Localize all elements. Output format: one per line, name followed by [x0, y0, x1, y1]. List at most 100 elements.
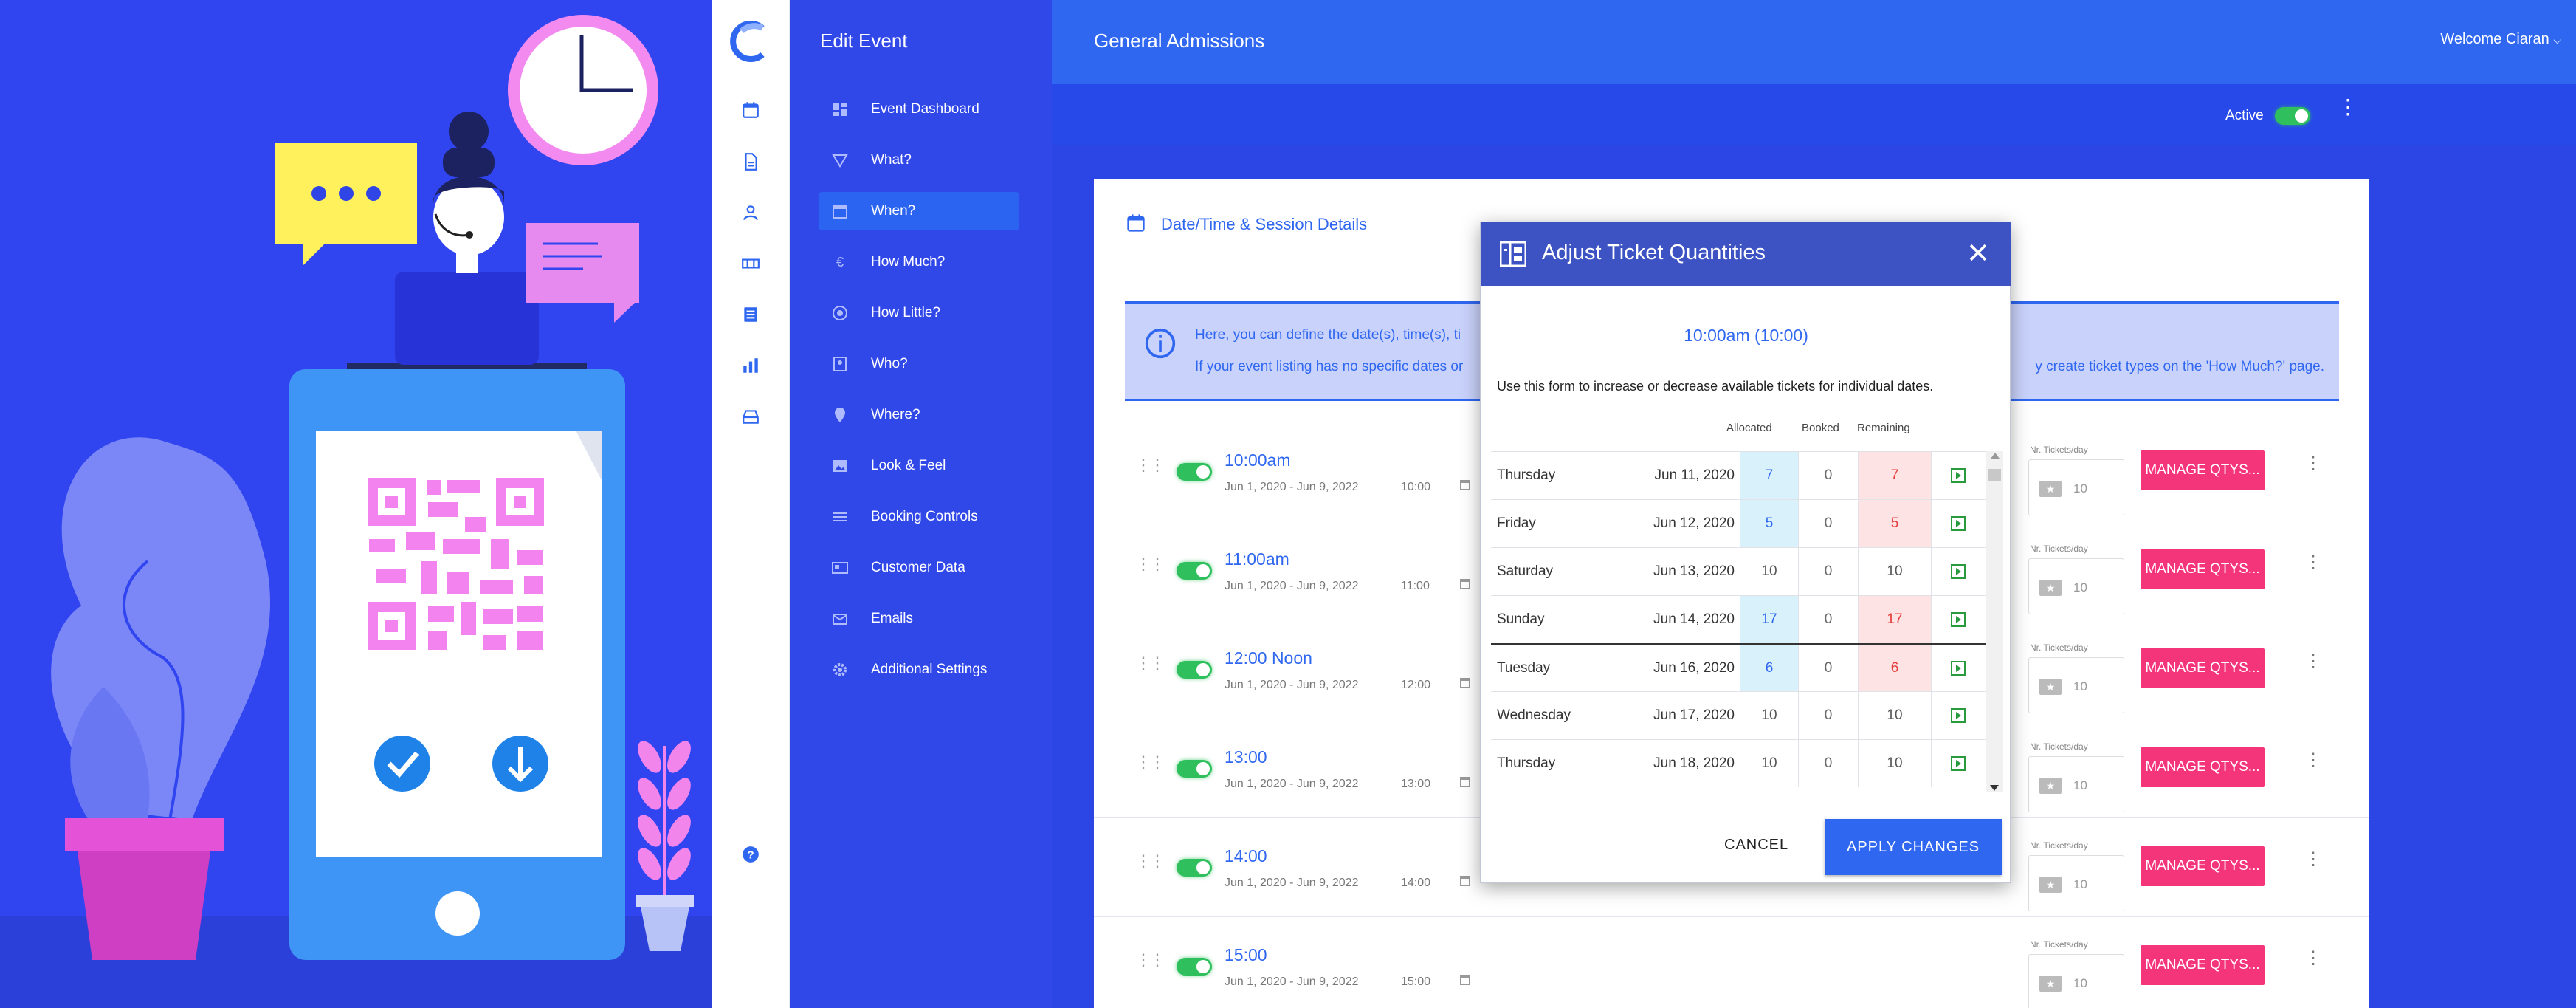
- allocated-input[interactable]: 7: [1740, 452, 1799, 499]
- close-icon[interactable]: [1966, 240, 1991, 269]
- scroll-thumb[interactable]: [1988, 469, 2001, 481]
- session-toggle[interactable]: [1177, 661, 1212, 679]
- row-day: Thursday: [1497, 755, 1556, 771]
- tickets-per-day-field[interactable]: ★ 10: [2028, 954, 2124, 1008]
- icon-rail: ?: [712, 0, 790, 1008]
- svg-text:?: ?: [747, 848, 754, 861]
- nav-item-label: Customer Data: [871, 560, 965, 575]
- apply-row-icon[interactable]: [1943, 548, 1973, 595]
- row-more-icon[interactable]: ⋮: [2304, 653, 2322, 671]
- drag-handle-icon[interactable]: ⋮⋮: [1135, 853, 1165, 869]
- row-more-icon[interactable]: ⋮: [2304, 851, 2322, 868]
- session-time: 10:00: [1401, 481, 1431, 493]
- nav-item-customer-data[interactable]: Customer Data: [819, 549, 1019, 587]
- drag-handle-icon[interactable]: ⋮⋮: [1135, 457, 1165, 473]
- manage-qtys-button[interactable]: MANAGE QTYS...: [2141, 648, 2265, 688]
- help-icon[interactable]: ?: [734, 838, 767, 871]
- drag-handle-icon[interactable]: ⋮⋮: [1135, 556, 1165, 572]
- row-day: Sunday: [1497, 611, 1545, 627]
- app-logo-icon[interactable]: [727, 18, 774, 65]
- tickets-per-day-field[interactable]: ★ 10: [2028, 657, 2124, 713]
- manage-qtys-button[interactable]: MANAGE QTYS...: [2141, 846, 2265, 886]
- session-name[interactable]: 13:00: [1225, 747, 1267, 767]
- session-name[interactable]: 15:00: [1225, 945, 1267, 965]
- session-name[interactable]: 12:00 Noon: [1225, 648, 1312, 668]
- allocated-input[interactable]: 17: [1740, 596, 1799, 643]
- info-text-line1: Here, you can define the date(s), time(s…: [1195, 327, 1461, 343]
- row-more-icon[interactable]: ⋮: [2304, 455, 2322, 473]
- apply-row-icon[interactable]: [1943, 692, 1973, 739]
- nav-item-when[interactable]: When?: [819, 192, 1019, 230]
- tickets-per-day-field[interactable]: ★ 10: [2028, 855, 2124, 911]
- nav-item-event-dashboard[interactable]: Event Dashboard: [819, 90, 1019, 128]
- top-bar: General Admissions Welcome Ciaran ⌵: [1052, 0, 2576, 84]
- ticket-icon[interactable]: [734, 247, 767, 280]
- nav-item-how-little[interactable]: How Little?: [819, 294, 1019, 332]
- row-more-icon[interactable]: ⋮: [2304, 554, 2322, 572]
- session-toggle[interactable]: [1177, 859, 1212, 877]
- user-menu[interactable]: Welcome Ciaran ⌵: [2440, 31, 2561, 48]
- drag-handle-icon[interactable]: ⋮⋮: [1135, 754, 1165, 770]
- time-calendar-icon: [1460, 975, 1470, 985]
- nav-item-booking-controls[interactable]: Booking Controls: [819, 498, 1019, 536]
- allocated-input[interactable]: 10: [1740, 692, 1799, 739]
- nav-item-who[interactable]: Who?: [819, 345, 1019, 383]
- apply-row-icon[interactable]: [1943, 596, 1973, 643]
- session-name[interactable]: 10:00am: [1225, 450, 1291, 470]
- table-scrollbar[interactable]: [1986, 451, 2003, 792]
- booked-value: 0: [1824, 611, 1833, 627]
- allocated-input[interactable]: 5: [1740, 500, 1799, 547]
- manage-qtys-button[interactable]: MANAGE QTYS...: [2141, 747, 2265, 787]
- inbox-icon[interactable]: [734, 400, 767, 433]
- row-more-icon[interactable]: ⋮: [2304, 752, 2322, 769]
- nav-item-label: Emails: [871, 611, 914, 626]
- bar-chart-icon[interactable]: [734, 349, 767, 382]
- session-toggle[interactable]: [1177, 760, 1212, 778]
- person-icon[interactable]: [734, 196, 767, 229]
- manage-qtys-button[interactable]: MANAGE QTYS...: [2141, 945, 2265, 985]
- apply-changes-button[interactable]: APPLY CHANGES: [1825, 819, 2002, 875]
- nav-item-how-much[interactable]: € How Much?: [819, 243, 1019, 281]
- nav-item-additional-settings[interactable]: Additional Settings: [819, 651, 1019, 689]
- apply-row-icon[interactable]: [1943, 645, 1973, 692]
- row-more-icon[interactable]: ⋮: [2304, 950, 2322, 967]
- manage-qtys-button[interactable]: MANAGE QTYS...: [2141, 450, 2265, 490]
- welcome-text: Welcome Ciaran: [2440, 31, 2549, 47]
- hero-illustration: [0, 0, 712, 1008]
- document-icon[interactable]: [734, 145, 767, 178]
- drag-handle-icon[interactable]: ⋮⋮: [1135, 655, 1165, 671]
- info-icon: [1144, 327, 1177, 363]
- manage-qtys-button[interactable]: MANAGE QTYS...: [2141, 549, 2265, 589]
- allocated-input[interactable]: 6: [1740, 645, 1799, 692]
- scroll-up-icon[interactable]: [1991, 453, 2000, 459]
- session-time: 11:00: [1401, 580, 1430, 592]
- more-vert-icon[interactable]: ⋮: [2338, 97, 2358, 117]
- session-name[interactable]: 14:00: [1225, 846, 1267, 866]
- active-toggle[interactable]: [2275, 107, 2310, 125]
- session-toggle[interactable]: [1177, 562, 1212, 580]
- apply-row-icon[interactable]: [1943, 452, 1973, 499]
- tickets-per-day-field[interactable]: ★ 10: [2028, 558, 2124, 614]
- drag-handle-icon[interactable]: ⋮⋮: [1135, 952, 1165, 968]
- nav-header: Edit Event: [820, 30, 908, 52]
- scroll-down-icon[interactable]: [1990, 785, 1999, 791]
- cancel-button[interactable]: CANCEL: [1724, 837, 1788, 854]
- tickets-per-day-field[interactable]: ★ 10: [2028, 756, 2124, 812]
- nav-item-what[interactable]: What?: [819, 141, 1019, 179]
- list-icon[interactable]: [734, 298, 767, 331]
- apply-row-icon[interactable]: [1943, 500, 1973, 547]
- booked-value: 0: [1824, 707, 1833, 723]
- euro-icon: €: [831, 253, 849, 271]
- session-name[interactable]: 11:00am: [1225, 549, 1289, 569]
- session-toggle[interactable]: [1177, 463, 1212, 481]
- nav-item-look-feel[interactable]: Look & Feel: [819, 447, 1019, 485]
- session-toggle[interactable]: [1177, 958, 1212, 976]
- calendar-icon[interactable]: [734, 94, 767, 126]
- ticket-star-icon: ★: [2039, 679, 2062, 695]
- allocated-input[interactable]: 10: [1740, 548, 1799, 595]
- nav-item-where[interactable]: Where?: [819, 396, 1019, 434]
- allocated-input[interactable]: 10: [1740, 740, 1799, 787]
- tickets-per-day-field[interactable]: ★ 10: [2028, 459, 2124, 515]
- nav-item-emails[interactable]: Emails: [819, 600, 1019, 638]
- apply-row-icon[interactable]: [1943, 740, 1973, 787]
